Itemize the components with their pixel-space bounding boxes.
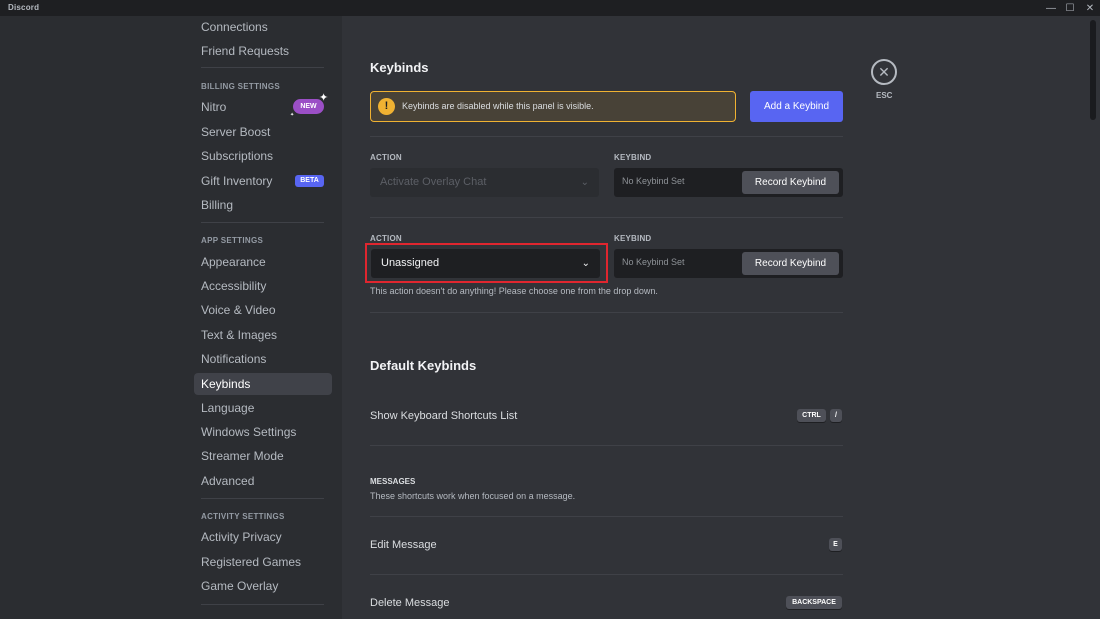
sparkle-icon: ✦ [319,92,329,104]
default-keybinds-title: Default Keybinds [370,358,477,373]
sidebar-item-registered-games[interactable]: Registered Games [194,551,332,573]
section-divider [370,574,843,575]
sparkle-small-icon: ✦ [290,112,295,118]
action-label: ACTION [370,153,402,162]
sidebar-divider [201,67,324,68]
sidebar-item-billing[interactable]: Billing [194,194,332,216]
esc-label: ESC [876,91,893,100]
sidebar-item-keybinds[interactable]: Keybinds [194,373,332,395]
shortcut-label: Edit Message [370,539,437,551]
sidebar-divider [201,222,324,223]
section-divider [370,516,843,517]
keybind-field: No Keybind Set Record Keybind [614,249,843,278]
key-slash: / [830,409,842,422]
warning-icon: ! [378,98,395,115]
notice-text: Keybinds are disabled while this panel i… [402,101,594,111]
content-scrollbar[interactable] [1090,20,1096,120]
key-e: E [829,538,842,551]
messages-description: These shortcuts work when focused on a m… [370,491,576,501]
sidebar-item-connections[interactable]: Connections [194,16,332,38]
shortcut-label: Delete Message [370,597,450,609]
shortcut-label: Show Keyboard Shortcuts List [370,410,518,422]
keybind-label: KEYBIND [614,234,652,243]
app-title: Discord [8,3,40,12]
sidebar-item-text-images[interactable]: Text & Images [194,324,332,346]
add-keybind-button[interactable]: Add a Keybind [750,91,843,122]
close-settings-button[interactable]: ✕ [871,59,897,85]
maximize-button[interactable]: ☐ [1059,0,1081,16]
section-divider [370,217,843,218]
record-keybind-button[interactable]: Record Keybind [742,252,839,275]
sidebar-item-voice-video[interactable]: Voice & Video [194,299,332,321]
action-label: ACTION [370,234,402,243]
action-help-text: This action doesn't do anything! Please … [370,286,658,296]
sidebar-item-notifications[interactable]: Notifications [194,348,332,370]
title-bar: Discord — ☐ ✕ [0,0,1100,16]
sidebar-item-advanced[interactable]: Advanced [194,470,332,492]
sidebar-item-windows-settings[interactable]: Windows Settings [194,421,332,443]
sidebar-item-server-boost[interactable]: Server Boost [194,121,332,143]
chevron-down-icon: ⌄ [580,177,589,188]
highlight-box [365,243,608,283]
sidebar-divider [201,498,324,499]
sidebar-header-billing: BILLING SETTINGS [201,82,281,91]
messages-header: MESSAGES [370,477,416,486]
keybind-value: No Keybind Set [622,257,685,267]
sidebar-divider [201,604,324,605]
action-select-value: Activate Overlay Chat [380,176,487,188]
sidebar-item-streamer-mode[interactable]: Streamer Mode [194,445,332,467]
keybind-field: No Keybind Set Record Keybind [614,168,843,197]
page-title: Keybinds [370,60,429,75]
sidebar-item-language[interactable]: Language [194,397,332,419]
sidebar-item-appearance[interactable]: Appearance [194,251,332,273]
section-divider [370,136,843,137]
sidebar-item-accessibility[interactable]: Accessibility [194,275,332,297]
key-backspace: BACKSPACE [786,596,842,609]
sidebar-item-activity-privacy[interactable]: Activity Privacy [194,526,332,548]
action-select-disabled: Activate Overlay Chat ⌄ [370,168,599,197]
sidebar-item-subscriptions[interactable]: Subscriptions [194,145,332,167]
sidebar-item-friend-requests[interactable]: Friend Requests [194,40,332,62]
sidebar-header-activity: ACTIVITY SETTINGS [201,512,285,521]
close-window-button[interactable]: ✕ [1079,0,1100,16]
section-divider [370,312,843,313]
keybind-value: No Keybind Set [622,176,685,186]
record-keybind-button[interactable]: Record Keybind [742,171,839,194]
keybind-label: KEYBIND [614,153,652,162]
keybinds-disabled-notice: ! Keybinds are disabled while this panel… [370,91,736,122]
key-ctrl: CTRL [797,409,826,422]
section-divider [370,445,843,446]
beta-badge: BETA [295,175,324,187]
sidebar-header-app: APP SETTINGS [201,236,264,245]
sidebar-item-game-overlay[interactable]: Game Overlay [194,575,332,597]
